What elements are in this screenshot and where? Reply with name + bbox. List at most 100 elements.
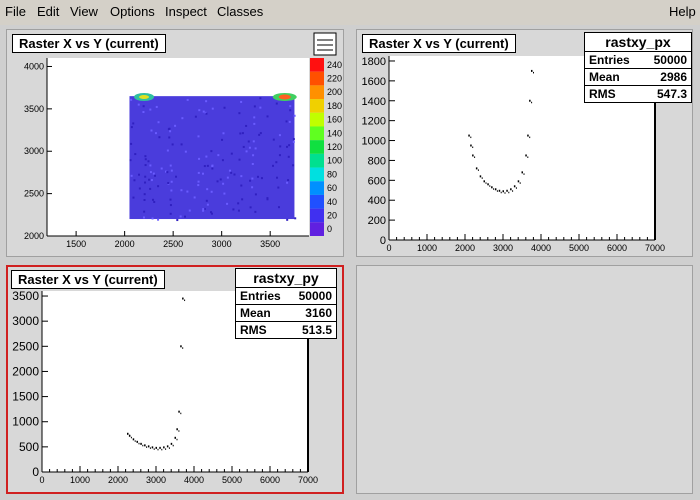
- y-tick-label: 2000: [24, 231, 44, 241]
- heatmap-cell: [144, 158, 147, 161]
- heatmap-cell: [230, 152, 233, 155]
- pad-projection-y[interactable]: 0 1000 2000 3000 4000 5000 6000 7000 3500 3000 250…: [6, 265, 344, 494]
- heatmap-cell: [180, 189, 183, 192]
- menu-options[interactable]: Options: [110, 4, 155, 19]
- pad-empty[interactable]: [356, 265, 693, 494]
- y-tick-label: 1800: [362, 56, 386, 68]
- data-point: [159, 446, 161, 449]
- y-tick-label: 2000: [12, 364, 39, 378]
- data-point: [149, 447, 151, 449]
- data-point: [138, 442, 140, 445]
- heatmap-cell: [251, 186, 254, 189]
- heatmap-cell: [142, 105, 145, 108]
- heatmap-cell: [160, 167, 163, 170]
- heatmap-cell: [174, 124, 177, 127]
- heatmap-cell: [130, 174, 133, 177]
- heatmap-cell: [197, 184, 200, 187]
- x-tick-label: 4000: [531, 243, 551, 253]
- heatmap-cell: [151, 217, 154, 220]
- heatmap-cell: [292, 138, 295, 141]
- heatmap-cell: [171, 143, 174, 146]
- heatmap-cell: [132, 122, 135, 125]
- menu-classes[interactable]: Classes: [217, 4, 263, 19]
- heatmap-cell: [154, 132, 157, 135]
- z-tick-label: 240: [327, 60, 342, 70]
- heatmap-cell: [245, 124, 248, 127]
- stats-entries-value: 50000: [298, 289, 332, 303]
- menu-file[interactable]: File: [5, 4, 26, 19]
- data-point: [531, 101, 533, 104]
- pad-projection-x[interactable]: 0 1000 2000 3000 4000 5000 6000 7000 1800 1600 140…: [356, 29, 693, 257]
- heatmap-cell: [256, 175, 259, 178]
- y-tick-label: 1500: [12, 390, 39, 404]
- pad-heatmap[interactable]: 1500 2000 2500 3000 3500 4000 3500 3000 2500 2000…: [6, 29, 344, 257]
- heatmap-cell: [147, 160, 150, 163]
- z-tick-label: 180: [327, 101, 342, 111]
- x-tick-label: 2000: [115, 239, 135, 249]
- heatmap-cell: [166, 149, 169, 152]
- data-point: [184, 299, 186, 302]
- x-tick-label: 6000: [260, 475, 280, 485]
- x-tick-label: 3000: [212, 239, 232, 249]
- data-point: [144, 444, 146, 447]
- data-point: [142, 444, 144, 447]
- heatmap-cell: [149, 164, 152, 167]
- data-point: [529, 136, 531, 139]
- palette-band: [310, 71, 324, 86]
- heatmap-cell: [253, 116, 256, 119]
- data-point: [132, 438, 135, 441]
- data-point: [521, 171, 523, 174]
- palette-band: [310, 153, 324, 168]
- y-tick-label: 600: [368, 175, 386, 187]
- data-point: [506, 189, 508, 192]
- palette-band: [310, 194, 324, 209]
- data-point: [498, 189, 501, 192]
- z-tick-label: 120: [327, 142, 342, 152]
- heatmap-cell: [205, 155, 208, 158]
- data-point: [170, 442, 173, 445]
- pad2-title: Raster X vs Y (current): [362, 34, 516, 53]
- heatmap-cell: [259, 132, 262, 135]
- x-tick-label: 5000: [569, 243, 589, 253]
- heatmap-cell: [144, 181, 147, 184]
- heatmap-cell: [272, 138, 275, 141]
- menu-edit[interactable]: Edit: [37, 4, 59, 19]
- data-point: [475, 167, 478, 170]
- heatmap-cell: [144, 164, 147, 167]
- heatmap-cell: [150, 179, 153, 182]
- palette-band: [310, 99, 324, 113]
- heatmap-cell: [205, 112, 208, 115]
- heatmap-cell: [210, 211, 213, 214]
- data-point: [468, 134, 470, 137]
- heatmap-cell: [259, 97, 262, 100]
- heatmap-cell: [240, 100, 243, 103]
- heatmap-cell: [245, 150, 248, 153]
- data-point: [155, 446, 157, 449]
- heatmap-cell: [288, 120, 291, 123]
- menu-inspect[interactable]: Inspect: [165, 4, 207, 19]
- menu-help[interactable]: Help: [669, 4, 696, 19]
- heatmap-cell: [226, 202, 229, 205]
- heatmap-cell: [169, 198, 172, 201]
- stats-box-px[interactable]: rastxy_px Entries 50000 Mean 2986 RMS 547.3: [584, 32, 692, 103]
- menu-view[interactable]: View: [70, 4, 98, 19]
- y-tick-label: 3500: [12, 289, 39, 303]
- data-point: [481, 177, 483, 179]
- data-point: [470, 136, 472, 139]
- heatmap-cell: [130, 98, 133, 101]
- heatmap-cell: [198, 109, 201, 112]
- heatmap-cell: [222, 182, 225, 185]
- root-canvas[interactable]: 1500 2000 2500 3000 3500 4000 3500 3000 2500 2000…: [0, 25, 700, 500]
- heatmap-cell: [134, 153, 137, 156]
- heatmap-cell: [285, 120, 288, 123]
- x-tick-label: 7000: [645, 243, 665, 253]
- y-tick-label: 2500: [12, 339, 39, 353]
- data-point: [127, 432, 129, 435]
- heatmap-cell: [223, 106, 226, 109]
- data-point: [496, 190, 498, 192]
- heatmap-cell: [155, 105, 158, 108]
- heatmap-cell: [169, 204, 172, 207]
- stats-box-py[interactable]: rastxy_py Entries 50000 Mean 3160 RMS 513.5: [235, 268, 337, 339]
- x-tick-label: 6000: [607, 243, 627, 253]
- data-point: [487, 183, 489, 186]
